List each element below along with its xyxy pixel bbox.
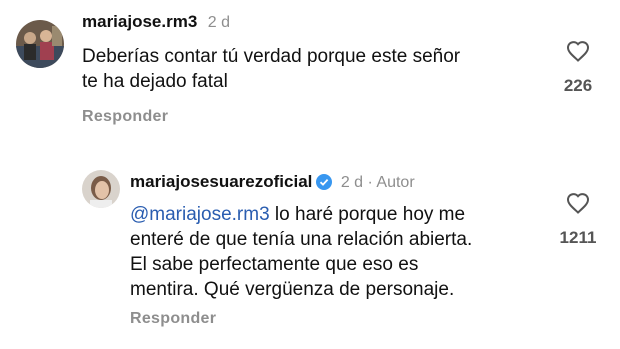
reply-text-segment: lo haré porque hoy me [269, 204, 466, 225]
reply-header: mariajosesuarezoficial 2 d · Autor [130, 172, 415, 195]
reply-mention-link[interactable]: @mariajose.rm3 [130, 204, 270, 225]
reply-time-author: 2 d · Autor [340, 174, 415, 191]
comment-text: Deberías contar tú verdad porque este se… [82, 44, 460, 94]
avatar-reply-user[interactable] [82, 170, 120, 208]
reply-like: 1211 [548, 192, 608, 248]
comment-time: 2 d [207, 14, 230, 31]
reply-text-line: @mariajose.rm3 lo haré porque hoy me [130, 202, 472, 227]
reply-like-count: 1211 [559, 228, 597, 247]
reply-text-line: El sabe perfectamente que eso es [130, 254, 419, 275]
comment-username[interactable]: mariajose.rm3 [82, 12, 197, 31]
reply-text: @mariajose.rm3 lo haré porque hoy me ent… [130, 202, 472, 302]
comment-reply-button[interactable]: Responder [82, 108, 168, 126]
reply-text-line: enteré de que tenía una relación abierta… [130, 229, 473, 250]
comment-like: 226 [548, 40, 608, 96]
reply-text-line: mentira. Qué vergüenza de personaje. [130, 279, 455, 300]
verified-badge-icon [316, 174, 333, 195]
avatar-comment-user[interactable] [16, 20, 64, 68]
comment-header: mariajose.rm3 2 d [82, 12, 230, 32]
reply-reply-button[interactable]: Responder [130, 310, 216, 328]
comment-text-line: te ha dejado fatal [82, 71, 228, 92]
heart-icon[interactable] [566, 40, 590, 62]
reply-username[interactable]: mariajosesuarezoficial [130, 172, 312, 191]
heart-icon[interactable] [566, 192, 590, 214]
comment-like-count: 226 [563, 76, 593, 95]
comment-text-line: Deberías contar tú verdad porque este se… [82, 46, 461, 67]
